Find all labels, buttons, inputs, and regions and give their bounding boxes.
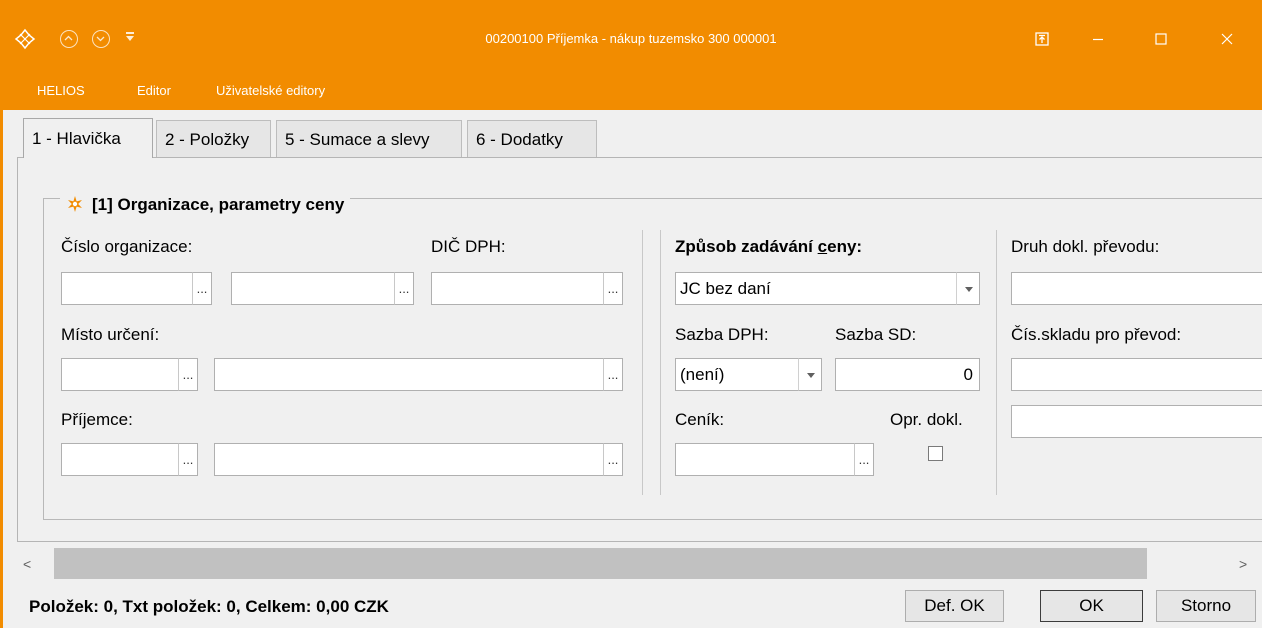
sazba-sd-value: 0 [963, 365, 973, 384]
group-title[interactable]: [1] Organizace, parametry ceny [60, 192, 351, 218]
pin-window-button[interactable] [1020, 24, 1064, 54]
cislo-organizace-input[interactable] [61, 272, 193, 305]
zpusob-label-post: eny: [827, 237, 863, 256]
close-button[interactable] [1205, 24, 1249, 54]
prijemce-name-input[interactable] [214, 443, 604, 476]
misto-urceni-input[interactable] [61, 358, 179, 391]
dic-dph-input[interactable] [431, 272, 604, 305]
misto-urceni-label: Místo určení: [61, 325, 160, 344]
column-separator [660, 230, 661, 495]
cenik-lookup-button[interactable]: ... [854, 443, 874, 476]
dic-dph-label: DIČ DPH: [431, 237, 506, 256]
misto-urceni-name-input[interactable] [214, 358, 604, 391]
zpusob-dropdown-button[interactable] [956, 272, 980, 305]
scrollbar-thumb[interactable] [54, 548, 1147, 579]
dic-dph-lookup-button[interactable]: ... [603, 272, 623, 305]
close-icon [1221, 33, 1233, 45]
maximize-button[interactable] [1139, 24, 1183, 54]
zpusob-zadavani-ceny-label: Způsob zadávání ceny: [675, 237, 862, 257]
window-title: 00200100 Příjemka - nákup tuzemsko 300 0… [485, 31, 777, 46]
menu-bar: HELIOS Editor Uživatelské editory [0, 80, 1262, 110]
cenik-input[interactable] [675, 443, 855, 476]
opr-dokl-checkbox[interactable] [928, 446, 943, 461]
prijemce-lookup-button[interactable]: ... [178, 443, 198, 476]
tab-sumace-a-slevy[interactable]: 5 - Sumace a slevy [276, 120, 462, 158]
sazba-sd-input[interactable]: 0 [835, 358, 980, 391]
cislo-organizace-lookup-button[interactable]: ... [192, 272, 212, 305]
sazba-dph-label: Sazba DPH: [675, 325, 769, 344]
chevron-down-icon [807, 373, 815, 378]
storno-button[interactable]: Storno [1156, 590, 1256, 622]
druh-dokl-prevodu-label: Druh dokl. převodu: [1011, 237, 1160, 256]
cislo-organizace-label: Číslo organizace: [61, 237, 193, 256]
scroll-right-arrow-icon[interactable]: > [1239, 556, 1247, 572]
sazba-sd-label: Sazba SD: [835, 325, 917, 344]
minimize-icon [1093, 38, 1103, 41]
cis-skladu-pro-prevod-label: Čís.skladu pro převod: [1011, 325, 1182, 344]
prijemce-name-lookup-button[interactable]: ... [603, 443, 623, 476]
cenik-label: Ceník: [675, 410, 725, 429]
def-ok-button[interactable]: Def. OK [905, 590, 1004, 622]
menu-user-editors[interactable]: Uživatelské editory [216, 80, 325, 110]
cis-skladu-pro-prevod-input[interactable] [1011, 358, 1262, 391]
ok-button[interactable]: OK [1040, 590, 1143, 622]
menu-helios[interactable]: HELIOS [37, 80, 85, 110]
tab-hlavicka[interactable]: 1 - Hlavička [23, 118, 153, 158]
druh-dokl-prevodu-input[interactable] [1011, 272, 1262, 305]
sazba-dph-value: (není) [680, 365, 725, 384]
organizace-name-lookup-button[interactable]: ... [394, 272, 414, 305]
prijemce-label: Příjemce: [61, 410, 133, 429]
menu-editor[interactable]: Editor [137, 80, 171, 110]
column-separator [996, 230, 997, 495]
status-summary: Položek: 0, Txt položek: 0, Celkem: 0,00… [29, 597, 389, 616]
pin-window-icon [1035, 32, 1049, 46]
misto-urceni-lookup-button[interactable]: ... [178, 358, 198, 391]
horizontal-scrollbar[interactable]: < > [17, 548, 1262, 579]
organizace-name-input[interactable] [231, 272, 395, 305]
tab-dodatky[interactable]: 6 - Dodatky [467, 120, 597, 158]
collapse-star-icon [68, 196, 82, 212]
group-title-text: [1] Organizace, parametry ceny [92, 195, 345, 214]
column-separator [642, 230, 643, 495]
title-bar: 00200100 Příjemka - nákup tuzemsko 300 0… [0, 0, 1262, 80]
zpusob-label-accel: c [817, 237, 828, 256]
tab-polozky[interactable]: 2 - Položky [156, 120, 271, 158]
cis-skladu-name-input[interactable] [1011, 405, 1262, 438]
prijemce-input[interactable] [61, 443, 179, 476]
minimize-button[interactable] [1076, 24, 1120, 54]
zpusob-label-pre: Způsob zadávání [675, 237, 818, 256]
sazba-dph-dropdown-button[interactable] [798, 358, 822, 391]
scroll-left-arrow-icon[interactable]: < [23, 556, 31, 572]
chevron-down-icon [965, 287, 973, 292]
maximize-icon [1155, 33, 1167, 45]
misto-urceni-name-lookup-button[interactable]: ... [603, 358, 623, 391]
zpusob-zadavani-ceny-select[interactable]: JC bez daní [675, 272, 957, 305]
zpusob-zadavani-ceny-value: JC bez daní [680, 279, 771, 298]
opr-dokl-label: Opr. dokl. [890, 410, 963, 429]
sazba-dph-select[interactable]: (není) [675, 358, 799, 391]
